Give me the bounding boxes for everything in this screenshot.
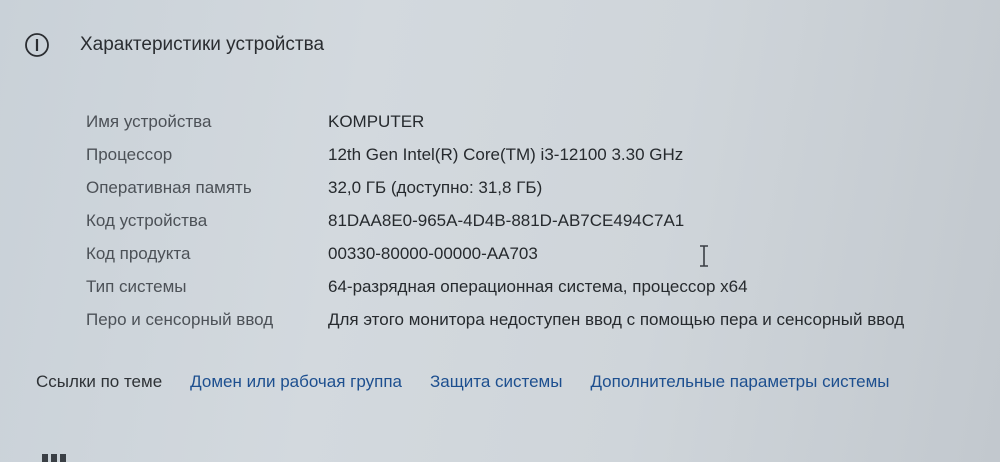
spec-value: Для этого монитора недоступен ввод с пом…: [328, 309, 905, 329]
device-specs-header[interactable]: Характеристики устройства: [24, 32, 324, 58]
related-links-label: Ссылки по теме: [36, 372, 163, 391]
spec-label: Код продукта: [86, 243, 191, 263]
specs-table: Имя устройства KOMPUTER Процессор 12th G…: [86, 105, 904, 336]
spec-value: 00330-80000-00000-AA703: [328, 243, 538, 263]
spec-row-pen-touch: Перо и сенсорный ввод Для этого монитора…: [86, 303, 904, 336]
link-advanced-system-settings[interactable]: Дополнительные параметры системы: [590, 372, 889, 392]
text-cursor-icon: [700, 245, 708, 267]
spec-label: Оперативная память: [86, 177, 252, 197]
spec-row-system-type: Тип системы 64-разрядная операционная си…: [86, 270, 904, 303]
spec-row-device-name: Имя устройства KOMPUTER: [86, 105, 904, 138]
spec-value: KOMPUTER: [328, 111, 425, 131]
spec-value: 81DAA8E0-965A-4D4B-881D-AB7CE494C7A1: [328, 210, 685, 230]
link-domain-workgroup[interactable]: Домен или рабочая группа: [190, 372, 402, 392]
spec-label: Код устройства: [86, 210, 208, 230]
spec-label: Тип системы: [86, 276, 187, 296]
section-title: Характеристики устройства: [80, 34, 325, 55]
spec-value: 12th Gen Intel(R) Core(TM) i3-12100 3.30…: [328, 144, 684, 164]
spec-value: 32,0 ГБ (доступно: 31,8 ГБ): [328, 177, 543, 197]
spec-row-processor: Процессор 12th Gen Intel(R) Core(TM) i3-…: [86, 138, 904, 171]
spec-value: 64-разрядная операционная система, проце…: [328, 276, 748, 296]
info-icon: [25, 33, 49, 57]
partial-icon: [42, 454, 66, 462]
spec-label: Процессор: [86, 144, 173, 164]
spec-row-product-id: Код продукта 00330-80000-00000-AA703: [86, 237, 904, 270]
related-links: Ссылки по теме Домен или рабочая группа …: [36, 372, 918, 392]
spec-label: Перо и сенсорный ввод: [86, 309, 274, 329]
spec-row-ram: Оперативная память 32,0 ГБ (доступно: 31…: [86, 171, 904, 204]
link-system-protection[interactable]: Защита системы: [430, 372, 562, 392]
spec-label: Имя устройства: [86, 111, 212, 131]
spec-row-device-id: Код устройства 81DAA8E0-965A-4D4B-881D-A…: [86, 204, 904, 237]
